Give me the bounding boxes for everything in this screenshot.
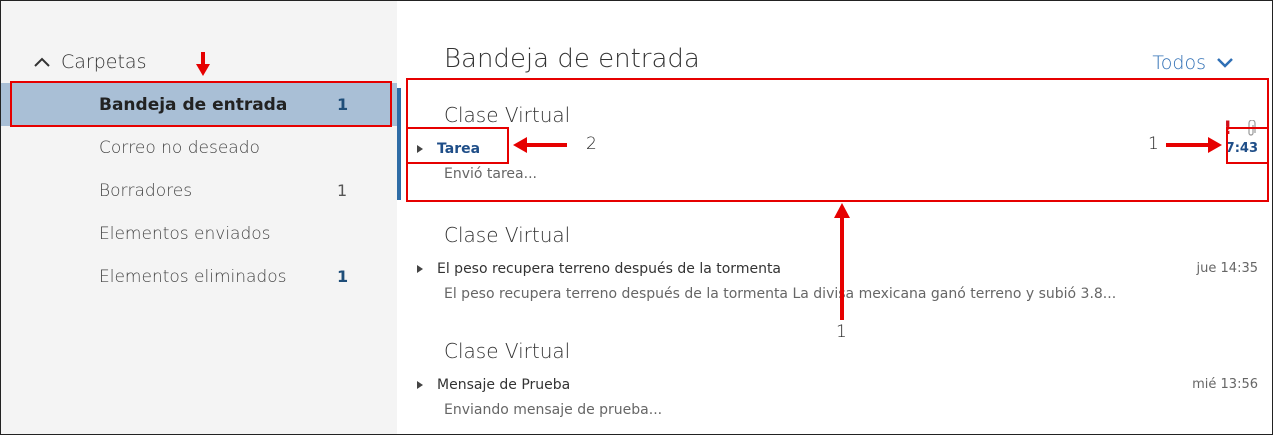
annotation-label-time: 1 [1148, 134, 1159, 154]
arrowhead-time [1208, 137, 1222, 153]
arrowhead-message [834, 203, 850, 218]
annotation-arrows [196, 52, 1222, 320]
arrowhead-inbox [196, 64, 210, 76]
arrowhead-subject [513, 137, 527, 153]
annotation-label-message: 1 [836, 322, 847, 342]
annotation-label-subject: 2 [586, 134, 597, 154]
